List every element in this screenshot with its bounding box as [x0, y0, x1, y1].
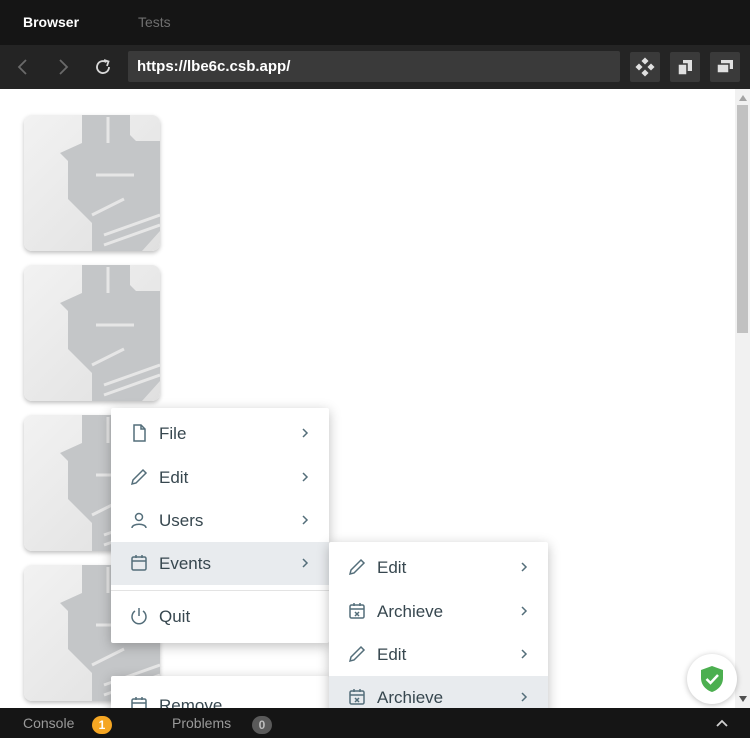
chevron-right-icon — [521, 649, 528, 659]
file-icon — [133, 424, 146, 442]
menu-item-quit[interactable]: Quit — [111, 595, 329, 638]
diamond-grid-icon — [635, 57, 655, 77]
menu-item-label: Users — [159, 511, 204, 530]
top-tab-bar: Browser Tests — [0, 0, 750, 45]
menu-item-label: Remove — [159, 696, 223, 708]
calendar-icon — [131, 697, 147, 708]
shield-check-icon — [701, 666, 723, 692]
url-bar[interactable]: https://lbe6c.csb.app/ — [128, 51, 620, 82]
pencil-icon — [348, 558, 366, 576]
chevron-right-icon — [59, 59, 69, 75]
chevron-right-icon — [521, 606, 528, 616]
refresh-button[interactable] — [89, 53, 117, 81]
scrollbar-thumb[interactable] — [737, 105, 748, 333]
security-badge[interactable] — [687, 654, 737, 704]
forward-button[interactable] — [49, 53, 77, 81]
image-placeholder — [24, 115, 160, 251]
calendar-x-icon — [349, 603, 365, 619]
submenu-item-label: Edit — [377, 558, 407, 577]
chevron-right-icon — [302, 515, 309, 525]
user-icon — [131, 512, 147, 529]
pencil-icon — [348, 645, 366, 663]
tab-tests[interactable]: Tests — [138, 0, 171, 45]
menu-item-remove[interactable]: Remove — [111, 684, 329, 708]
submenu-item-archieve[interactable]: Archieve — [329, 676, 548, 708]
console-count-badge: 1 — [92, 716, 112, 734]
power-icon — [131, 608, 147, 625]
events-submenu: Edit Archieve Edit Archieve — [329, 542, 548, 708]
calendar-x-icon — [349, 689, 365, 705]
refresh-icon — [96, 59, 110, 74]
menu-item-users[interactable]: Users — [111, 499, 329, 542]
pencil-icon — [130, 468, 148, 486]
menu-item-edit[interactable]: Edit — [111, 456, 329, 499]
windows-icon — [716, 60, 733, 74]
menu-item-file[interactable]: File — [111, 412, 329, 455]
menu-item-events[interactable]: Events — [111, 542, 329, 585]
browser-toolbar: https://lbe6c.csb.app/ — [0, 45, 750, 89]
chevron-right-icon — [521, 692, 528, 702]
menu-separator — [111, 590, 329, 591]
split-view-button[interactable] — [670, 52, 700, 82]
problems-tab[interactable]: Problems — [172, 708, 231, 738]
back-button[interactable] — [9, 53, 37, 81]
robot-placeholder-icon — [60, 265, 160, 401]
chevron-up-icon[interactable] — [716, 719, 728, 727]
triangle-down-icon — [738, 696, 747, 702]
submenu-item-label: Archieve — [377, 688, 444, 707]
triangle-up-icon — [738, 95, 747, 101]
chevron-left-icon — [17, 59, 27, 75]
secondary-context-menu: Remove — [111, 676, 329, 708]
robot-placeholder-icon — [60, 115, 160, 251]
tab-browser[interactable]: Browser — [23, 0, 79, 45]
calendar-icon — [131, 555, 147, 571]
bottom-panel-bar: Console 1 Problems 0 — [0, 708, 750, 738]
console-tab[interactable]: Console — [23, 708, 74, 738]
devtools-button[interactable] — [630, 52, 660, 82]
submenu-item-edit[interactable]: Edit — [329, 546, 548, 589]
submenu-item-label: Edit — [377, 645, 407, 664]
context-menu: File Edit Users Events Quit — [111, 408, 329, 643]
submenu-item-label: Archieve — [377, 602, 444, 621]
submenu-item-edit[interactable]: Edit — [329, 633, 548, 676]
image-placeholder — [24, 265, 160, 401]
menu-item-label: File — [159, 424, 187, 443]
menu-item-label: Events — [159, 554, 211, 573]
chevron-right-icon — [521, 562, 528, 572]
copy-icon — [677, 60, 692, 76]
submenu-item-archieve[interactable]: Archieve — [329, 590, 548, 633]
menu-item-label: Edit — [159, 468, 189, 487]
chevron-right-icon — [302, 472, 309, 482]
page-content: Remove File Edit Users Events Quit Edit … — [0, 89, 735, 708]
chevron-right-icon — [302, 558, 309, 568]
problems-count-badge: 0 — [252, 716, 272, 734]
menu-item-label: Quit — [159, 607, 191, 626]
vertical-scrollbar[interactable] — [735, 89, 750, 708]
chevron-right-icon — [302, 428, 309, 438]
scroll-down-arrow[interactable] — [735, 692, 750, 706]
scroll-up-arrow[interactable] — [735, 91, 750, 105]
open-window-button[interactable] — [710, 52, 740, 82]
